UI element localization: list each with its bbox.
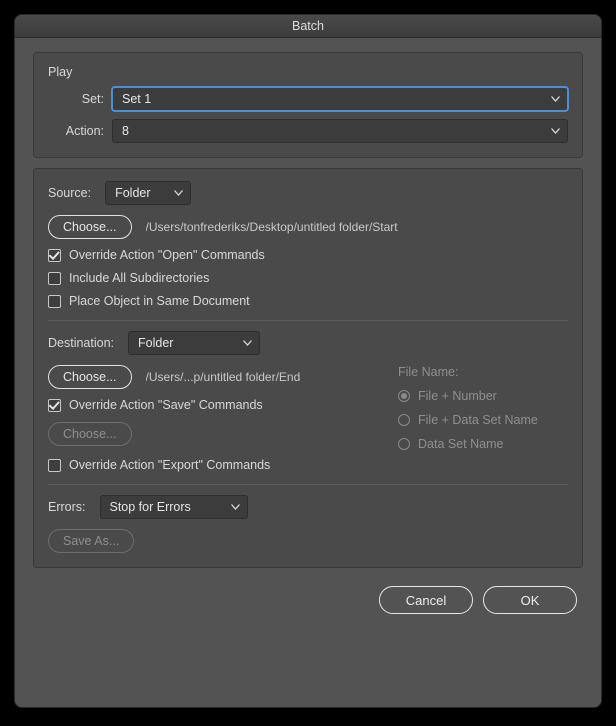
- set-label: Set:: [48, 92, 104, 106]
- place-object-label: Place Object in Same Document: [69, 294, 250, 308]
- source-dest-section: Source: Folder Choose... /Users/tonfrede…: [33, 168, 583, 568]
- errors-value: Stop for Errors: [110, 500, 191, 514]
- override-export-label: Override Action "Export" Commands: [69, 458, 270, 472]
- cancel-button[interactable]: Cancel: [379, 586, 473, 614]
- override-save-checkbox[interactable]: [48, 399, 61, 412]
- source-dropdown[interactable]: Folder: [105, 181, 191, 205]
- source-path: /Users/tonfrederiks/Desktop/untitled fol…: [146, 220, 398, 234]
- include-subdirs-label: Include All Subdirectories: [69, 271, 209, 285]
- errors-label: Errors:: [48, 500, 86, 514]
- filename-number-label: File + Number: [418, 389, 497, 403]
- divider: [48, 320, 568, 321]
- destination-value: Folder: [138, 336, 173, 350]
- source-value: Folder: [115, 186, 150, 200]
- action-value: 8: [122, 124, 129, 138]
- destination-choose2-button: Choose...: [48, 422, 132, 446]
- destination-path: /Users/...p/untitled folder/End: [146, 370, 376, 384]
- source-label: Source:: [48, 186, 91, 200]
- chevron-down-icon: [551, 96, 560, 102]
- filename-number-radio: [398, 390, 410, 402]
- chevron-down-icon: [174, 190, 183, 196]
- chevron-down-icon: [243, 340, 252, 346]
- override-save-label: Override Action "Save" Commands: [69, 398, 263, 412]
- ok-button[interactable]: OK: [483, 586, 577, 614]
- override-export-checkbox[interactable]: [48, 459, 61, 472]
- errors-dropdown[interactable]: Stop for Errors: [100, 495, 248, 519]
- destination-label: Destination:: [48, 336, 114, 350]
- destination-dropdown[interactable]: Folder: [128, 331, 260, 355]
- include-subdirs-checkbox[interactable]: [48, 272, 61, 285]
- filename-dataset-label: File + Data Set Name: [418, 413, 538, 427]
- divider: [48, 484, 568, 485]
- chevron-down-icon: [231, 504, 240, 510]
- play-section: Play Set: Set 1 Action: 8: [33, 52, 583, 158]
- batch-dialog: Batch Play Set: Set 1 Action: 8: [14, 14, 602, 708]
- place-object-checkbox[interactable]: [48, 295, 61, 308]
- filename-label: File Name:: [398, 365, 568, 379]
- save-as-button: Save As...: [48, 529, 134, 553]
- filename-dataset-radio: [398, 414, 410, 426]
- source-choose-button[interactable]: Choose...: [48, 215, 132, 239]
- filename-dataonly-radio: [398, 438, 410, 450]
- dialog-footer: Cancel OK: [33, 578, 583, 614]
- window-title: Batch: [292, 19, 324, 33]
- override-open-checkbox[interactable]: [48, 249, 61, 262]
- filename-dataonly-label: Data Set Name: [418, 437, 503, 451]
- set-value: Set 1: [122, 92, 151, 106]
- action-label: Action:: [48, 124, 104, 138]
- action-dropdown[interactable]: 8: [112, 119, 568, 143]
- chevron-down-icon: [551, 128, 560, 134]
- titlebar: Batch: [15, 15, 601, 38]
- set-dropdown[interactable]: Set 1: [112, 87, 568, 111]
- override-open-label: Override Action "Open" Commands: [69, 248, 265, 262]
- destination-choose-button[interactable]: Choose...: [48, 365, 132, 389]
- play-heading: Play: [48, 65, 568, 79]
